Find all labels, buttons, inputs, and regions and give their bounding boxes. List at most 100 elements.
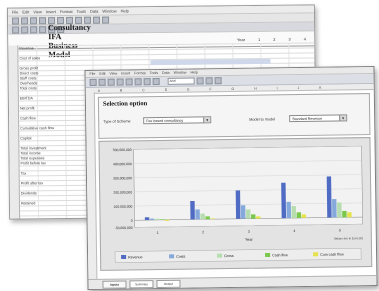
save-icon[interactable] (29, 16, 38, 24)
bar[interactable] (210, 218, 215, 220)
sum-icon[interactable] (143, 78, 151, 86)
open-icon[interactable] (20, 16, 29, 24)
y-tick-label: 0 (131, 219, 133, 223)
column-header: B (119, 88, 123, 93)
column-header: 3 (288, 36, 291, 42)
legend-swatch (265, 252, 271, 258)
bar[interactable] (195, 209, 200, 220)
bar[interactable] (245, 209, 251, 219)
bar[interactable] (281, 182, 287, 219)
bar[interactable] (337, 202, 342, 218)
column-header: 4 (303, 35, 306, 42)
x-tick-label: 4 (293, 229, 295, 233)
front-spreadsheet-window: File Edit View Insert Format Tools Data Window H… (84, 65, 378, 291)
y-tick-label: 300,000,000 (113, 176, 132, 180)
column-header: C (142, 87, 145, 92)
bar[interactable] (159, 219, 165, 220)
scheme-type-value: Fee based consultancy (146, 118, 184, 124)
model-select[interactable]: Standard Revenue ▾ (289, 114, 348, 123)
column-header: E (187, 87, 190, 92)
menu-item[interactable]: Insert (46, 9, 56, 14)
underline-icon[interactable] (30, 25, 38, 33)
bar[interactable] (251, 214, 256, 219)
menu-item[interactable]: Tools (150, 71, 158, 75)
bar[interactable] (164, 219, 170, 221)
x-tick-label: 3 (248, 230, 250, 234)
bar[interactable] (301, 214, 307, 218)
sheet-tab[interactable]: Summary (129, 279, 154, 288)
sheet-tabs: Inputs Summary Output (88, 274, 377, 289)
chevron-down-icon[interactable]: ▾ (203, 117, 211, 123)
sheet-tab[interactable]: Output (156, 279, 181, 288)
new-icon[interactable] (11, 16, 20, 25)
align-left-icon[interactable] (39, 25, 47, 33)
bar[interactable] (286, 201, 292, 219)
bar[interactable] (200, 213, 205, 220)
menu-item[interactable]: Format (134, 71, 145, 75)
bar[interactable] (240, 205, 246, 219)
bar-chart[interactable]: 500,000,000 400,000,000 300,000,000 200,000… (99, 138, 371, 270)
bar[interactable] (296, 212, 302, 218)
bar[interactable] (205, 216, 210, 220)
underline-icon[interactable] (214, 77, 222, 85)
menu-item[interactable]: Tools (77, 9, 86, 14)
column-header: F (209, 86, 212, 91)
back-column-headers: Year12345 (237, 36, 317, 42)
bold-icon[interactable] (196, 77, 204, 85)
bar[interactable] (332, 199, 337, 218)
chart-wizard-icon[interactable] (152, 77, 160, 86)
print-icon[interactable] (116, 78, 124, 86)
y-tick-label: 500,000,000 (113, 148, 132, 152)
bar[interactable] (154, 218, 160, 220)
y-tick-label: 400,000,000 (113, 162, 132, 166)
font-combo[interactable]: Arial (167, 77, 195, 85)
column-header: D (164, 87, 168, 92)
open-icon[interactable] (98, 78, 106, 86)
sheet-tab[interactable]: Inputs (102, 279, 127, 289)
column-header: Year (236, 36, 246, 42)
menu-item[interactable]: Help (121, 8, 129, 13)
bar[interactable] (256, 216, 261, 219)
menu-item[interactable]: Edit (99, 72, 105, 76)
print-icon[interactable] (38, 16, 47, 24)
menu-item[interactable]: View (110, 72, 118, 76)
bar[interactable] (149, 218, 155, 221)
chart-wizard-icon[interactable] (101, 16, 110, 24)
bold-icon[interactable] (12, 25, 20, 34)
sort-icon[interactable] (92, 16, 101, 24)
menu-item[interactable]: Window (174, 71, 187, 75)
redo-icon[interactable] (134, 78, 142, 86)
menu-item[interactable]: Data (162, 71, 170, 75)
menu-item[interactable]: Insert (121, 71, 130, 75)
italic-icon[interactable] (21, 25, 29, 33)
row-label[interactable]: Retained (21, 201, 93, 207)
x-tick-label: 1 (157, 231, 159, 235)
y-tick-label: 100,000,000 (114, 205, 133, 209)
menu-item[interactable]: Window (102, 8, 116, 13)
scheme-type-select[interactable]: Fee based consultancy ▾ (143, 116, 212, 125)
legend-label: Cum cash flow (320, 252, 344, 256)
save-icon[interactable] (107, 78, 115, 86)
bar[interactable] (342, 210, 347, 218)
chart-panel[interactable]: 500,000,000 400,000,000 300,000,000 200,000… (98, 137, 373, 271)
bar[interactable] (235, 190, 241, 219)
menu-item[interactable]: View (33, 9, 42, 14)
menu-item[interactable]: File (12, 9, 19, 14)
undo-icon[interactable] (125, 78, 133, 86)
bar[interactable] (326, 176, 332, 218)
menu-item[interactable]: Help (190, 70, 197, 74)
menu-item[interactable]: Data (90, 9, 99, 14)
menu-item[interactable]: Edit (22, 9, 29, 14)
menu-item[interactable]: Format (60, 9, 73, 14)
selection-panel: Selection option Type of Scheme Fee base… (97, 93, 371, 139)
italic-icon[interactable] (205, 77, 213, 85)
new-icon[interactable] (89, 78, 97, 86)
bar[interactable] (144, 217, 150, 221)
legend-label: Costs (176, 255, 185, 259)
chevron-down-icon[interactable]: ▾ (339, 115, 347, 121)
column-header: J (297, 85, 300, 90)
menu-item[interactable]: File (90, 72, 96, 76)
bar[interactable] (190, 200, 195, 220)
bar[interactable] (347, 212, 352, 218)
bar[interactable] (291, 205, 297, 219)
